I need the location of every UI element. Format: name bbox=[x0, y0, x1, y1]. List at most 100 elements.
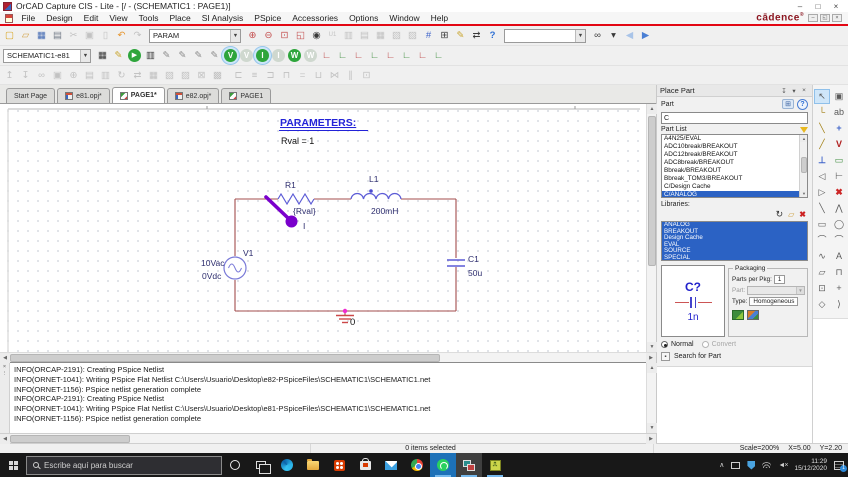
design-sync-icon[interactable]: ⇄ bbox=[130, 68, 145, 83]
scroll-up-icon[interactable]: ▲ bbox=[800, 135, 808, 142]
place-polyline-tool[interactable]: ⋀ bbox=[831, 201, 847, 216]
part-list-item[interactable]: ADC12break/BREAKOUT bbox=[662, 151, 799, 159]
menu-item[interactable]: Place bbox=[164, 13, 196, 23]
cross-probe-icon[interactable]: ⊠ bbox=[194, 68, 209, 83]
distribute-vertical-icon[interactable]: ∥ bbox=[343, 68, 358, 83]
close-log-icon[interactable]: × bbox=[3, 364, 6, 370]
tab-page1-active[interactable]: PAGE1* bbox=[112, 87, 165, 103]
update-properties-icon[interactable]: ▤ bbox=[357, 28, 372, 43]
place-ole-object-tool[interactable]: ▱ bbox=[814, 265, 830, 280]
find-binoculars-icon[interactable]: ∞ bbox=[590, 28, 605, 43]
start-button[interactable] bbox=[0, 453, 26, 477]
part-search-combo[interactable]: PARAM ▼ bbox=[149, 29, 241, 43]
constraint-manager-icon[interactable]: ▩ bbox=[210, 68, 225, 83]
view-simulation-results-icon[interactable]: ▥ bbox=[143, 48, 158, 63]
fisheye-view-icon[interactable]: ⊡ bbox=[359, 68, 374, 83]
import-design-icon[interactable]: ▧ bbox=[162, 68, 177, 83]
search-for-part-expander[interactable]: ▪ Search for Part bbox=[657, 348, 812, 363]
paste-icon[interactable]: ▯ bbox=[98, 28, 113, 43]
part-name-input[interactable]: C bbox=[661, 112, 808, 124]
place-off-page-connector-tool[interactable]: ▷ bbox=[814, 185, 830, 200]
create-netlist-icon[interactable]: ▧ bbox=[389, 28, 404, 43]
align-left-icon[interactable]: ⊏ bbox=[231, 68, 246, 83]
find-part-icon[interactable]: ∞ bbox=[34, 68, 49, 83]
convert-radio[interactable]: Convert bbox=[702, 341, 737, 348]
bias-current-display-icon[interactable]: ∟ bbox=[351, 48, 366, 63]
simulation-profile-combo[interactable]: SCHEMATIC1-e81 ▼ bbox=[3, 49, 91, 63]
align-bottom-icon[interactable]: ⊔ bbox=[311, 68, 326, 83]
remove-library-icon[interactable]: ✖ bbox=[799, 210, 806, 219]
run-pspice-icon[interactable]: ▶ bbox=[128, 49, 141, 62]
place-no-connect-tool[interactable]: ✖ bbox=[831, 185, 847, 200]
open-folder-icon[interactable]: ▱ bbox=[18, 28, 33, 43]
zoom-out-icon[interactable]: ⊖ bbox=[261, 28, 276, 43]
volume-muted-icon[interactable]: ◄× bbox=[778, 462, 787, 469]
current-probe-pen-icon[interactable]: ✎ bbox=[191, 48, 206, 63]
current-marker-icon[interactable]: I bbox=[256, 49, 269, 62]
place-hierarchical-block-tool[interactable]: ▭ bbox=[831, 153, 847, 168]
file-explorer-button[interactable] bbox=[300, 453, 326, 477]
place-elliptical-arc-tool[interactable]: ⌒ bbox=[831, 233, 847, 248]
add-library-icon[interactable]: ▱ bbox=[788, 210, 794, 219]
menu-item[interactable]: Tools bbox=[133, 13, 164, 23]
menu-item[interactable]: Accessories bbox=[287, 13, 344, 23]
help-icon[interactable]: ? bbox=[485, 28, 500, 43]
place-hierarchical-pin-tool[interactable]: ⊢ bbox=[831, 169, 847, 184]
maximize-button[interactable]: □ bbox=[809, 2, 827, 11]
minimize-button[interactable]: – bbox=[791, 2, 809, 11]
menu-item[interactable]: View bbox=[104, 13, 133, 23]
panel-menu-icon[interactable]: ▾ bbox=[789, 87, 799, 95]
taskbar-search[interactable]: Escribe aquí para buscar bbox=[26, 456, 222, 475]
project-manager-icon[interactable]: ⊞ bbox=[437, 28, 452, 43]
part-list-item[interactable]: ADC10break/BREAKOUT bbox=[662, 143, 799, 151]
back-annotate-icon[interactable]: ▥ bbox=[341, 28, 356, 43]
zoom-to-all-icon[interactable]: ◱ bbox=[293, 28, 308, 43]
zoom-in-icon[interactable]: ⊕ bbox=[245, 28, 260, 43]
canvas-vertical-scrollbar[interactable]: ▲ ▼ bbox=[646, 104, 656, 352]
chevron-down-icon[interactable]: ▼ bbox=[230, 30, 240, 42]
save-icon[interactable]: ▦ bbox=[34, 28, 49, 43]
scrollbar-thumb[interactable] bbox=[801, 157, 807, 173]
bill-of-materials-icon[interactable]: ▨ bbox=[405, 28, 420, 43]
part-list-item[interactable]: ADC8break/BREAKOUT bbox=[662, 159, 799, 167]
bias-current-toggle-icon[interactable]: ∟ bbox=[367, 48, 382, 63]
view-database-part-icon[interactable]: ▤ bbox=[82, 68, 97, 83]
log-output[interactable]: INFO(ORCAP-2191): Creating PSpice Netlis… bbox=[10, 363, 646, 433]
place-ground-tool[interactable]: ⊥ bbox=[814, 153, 830, 168]
nav-back-icon[interactable]: ◀ bbox=[622, 28, 637, 43]
refresh-libraries-icon[interactable]: ↻ bbox=[776, 209, 784, 220]
tab-start-page[interactable]: Start Page bbox=[6, 88, 55, 103]
menu-item[interactable]: Design bbox=[41, 13, 78, 23]
snap-to-grid-icon[interactable]: # bbox=[421, 28, 436, 43]
store-button[interactable] bbox=[352, 453, 378, 477]
mdi-minimize-button[interactable]: – bbox=[808, 14, 818, 22]
align-center-icon[interactable]: ≡ bbox=[247, 68, 262, 83]
part-list-item[interactable]: Bbreak_TOM3/BREAKOUT bbox=[662, 175, 799, 183]
align-middle-icon[interactable]: = bbox=[295, 68, 310, 83]
place-power-tool[interactable]: V bbox=[831, 137, 847, 152]
tab-e81-opj[interactable]: e81.opj* bbox=[57, 88, 110, 103]
whatsapp-button[interactable] bbox=[430, 453, 456, 477]
tab-e82-opj[interactable]: e82.opj* bbox=[167, 88, 220, 103]
scroll-left-icon[interactable]: ◀ bbox=[0, 434, 10, 444]
tab-page1[interactable]: PAGE1 bbox=[221, 88, 271, 103]
security-shield-icon[interactable] bbox=[747, 461, 755, 470]
zoom-to-region-icon[interactable]: ⊡ bbox=[277, 28, 292, 43]
pin-panel-icon[interactable]: ↧ bbox=[779, 87, 789, 95]
network-icon[interactable] bbox=[762, 462, 771, 468]
place-line-tool[interactable]: ╲ bbox=[814, 201, 830, 216]
scroll-up-icon[interactable]: ▲ bbox=[647, 363, 657, 373]
close-panel-icon[interactable]: × bbox=[799, 87, 809, 95]
design-rules-check-icon[interactable]: ▦ bbox=[373, 28, 388, 43]
part-view-icon[interactable] bbox=[747, 310, 759, 320]
bias-voltage-display-icon[interactable]: ∟ bbox=[319, 48, 334, 63]
place-wire-tool[interactable]: └ bbox=[814, 105, 830, 120]
hierarchy-icon[interactable]: ⇄ bbox=[469, 28, 484, 43]
align-top-icon[interactable]: ⊓ bbox=[279, 68, 294, 83]
menu-item[interactable]: File bbox=[16, 13, 41, 23]
pcb-footprint-icon[interactable] bbox=[732, 310, 744, 320]
update-cache-icon[interactable]: ↻ bbox=[114, 68, 129, 83]
chrome-button[interactable] bbox=[404, 453, 430, 477]
part-list-scrollbar[interactable]: ▲ ▼ bbox=[799, 135, 807, 197]
edit-simulation-profile-icon[interactable]: ✎ bbox=[111, 48, 126, 63]
